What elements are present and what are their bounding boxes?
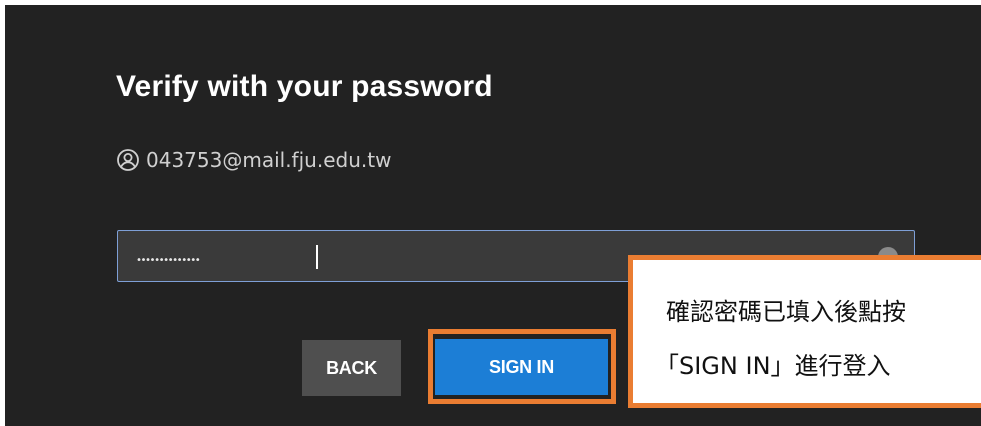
identity-email: 043753@mail.fju.edu.tw [146,148,392,172]
instruction-callout: 確認密碼已填入後點按 「SIGN IN」進行登入 [628,255,981,408]
page-title: Verify with your password [116,70,493,103]
screenshot-stage: Verify with your password 043753@mail.fj… [0,0,981,426]
callout-line-2: 「SIGN IN」進行登入 [655,352,891,380]
callout-line-1: 確認密碼已填入後點按 [666,298,906,326]
identity-row: 043753@mail.fju.edu.tw [116,148,391,172]
password-masked-value: •••••••••••••• [136,255,201,266]
text-caret [316,245,318,269]
sign-in-button[interactable]: SIGN IN [435,339,608,395]
back-button[interactable]: BACK [302,340,401,396]
user-circle-icon [116,148,140,172]
